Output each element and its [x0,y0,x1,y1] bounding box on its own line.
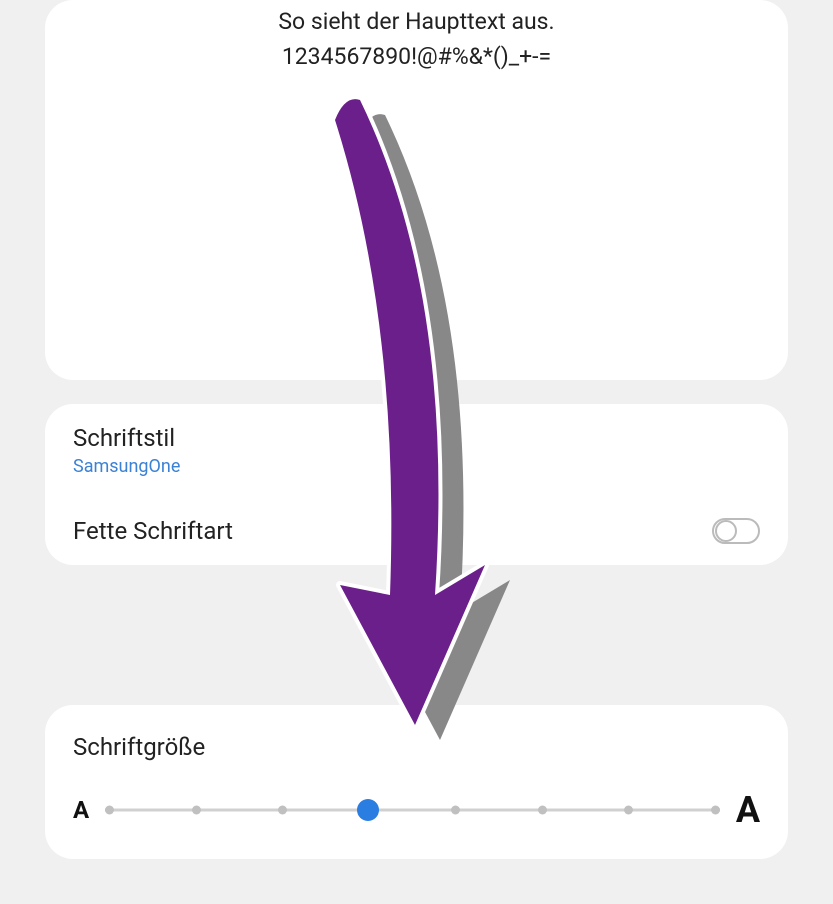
bold-font-toggle[interactable] [712,518,760,544]
font-size-card: Schriftgröße A A [45,705,788,859]
bold-font-row: Fette Schriftart [45,497,788,565]
slider-step [711,806,720,815]
slider-dots [105,806,720,815]
preview-line-2: 1234567890!@#%&*()_+-= [65,40,768,75]
slider-step [278,806,287,815]
slider-step [538,806,547,815]
slider-thumb[interactable] [357,799,379,821]
slider-step [192,806,201,815]
font-size-slider[interactable] [105,798,720,822]
preview-line-1: So sieht der Haupttext aus. [65,5,768,40]
font-style-title: Schriftstil [73,424,180,452]
font-size-title: Schriftgröße [73,733,760,761]
font-style-label-block: Schriftstil SamsungOne [73,424,180,477]
preview-text: So sieht der Haupttext aus. 1234567890!@… [65,0,768,74]
small-a-icon: A [73,796,89,824]
bold-font-title: Fette Schriftart [73,517,233,545]
font-size-slider-container: A A [73,789,760,831]
slider-step [451,806,460,815]
font-style-row[interactable]: Schriftstil SamsungOne [45,404,788,497]
large-a-icon: A [736,789,760,831]
preview-card: So sieht der Haupttext aus. 1234567890!@… [45,0,788,380]
settings-card: Schriftstil SamsungOne Fette Schriftart [45,404,788,565]
font-style-value: SamsungOne [73,456,180,477]
slider-step [105,806,114,815]
slider-step [624,806,633,815]
